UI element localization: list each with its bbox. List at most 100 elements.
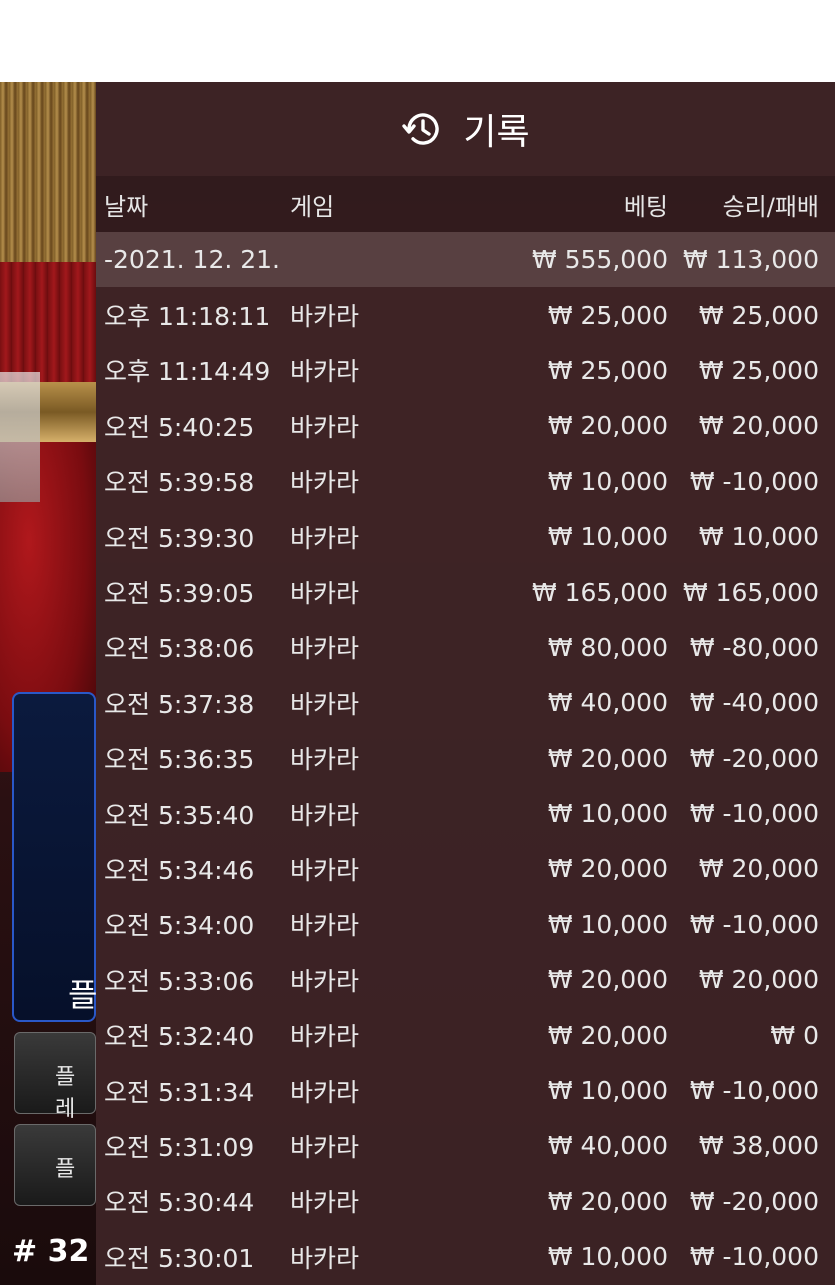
history-row[interactable]: 오전 5:39:30 바카라 ₩ 10,000 ₩ 10,000 bbox=[96, 509, 835, 564]
history-row[interactable]: 오전 5:30:01 바카라 ₩ 10,000 ₩ -10,000 bbox=[96, 1229, 835, 1284]
row-bet: ₩ 20,000 bbox=[547, 854, 668, 884]
row-game: 바카라 bbox=[290, 634, 360, 664]
row-bet: ₩ 10,000 bbox=[547, 1242, 668, 1272]
row-result: ₩ -40,000 bbox=[689, 688, 819, 718]
row-time: 오전 5:31:09 bbox=[104, 1132, 255, 1162]
row-bet: ₩ 25,000 bbox=[547, 300, 668, 330]
row-time: 오전 5:39:58 bbox=[104, 468, 255, 498]
row-bet: ₩ 10,000 bbox=[547, 909, 668, 939]
column-result: 승리/패배 bbox=[722, 192, 819, 221]
row-result: ₩ 10,000 bbox=[698, 522, 819, 552]
history-header: 기록 bbox=[96, 82, 835, 176]
row-bet: ₩ 10,000 bbox=[547, 466, 668, 496]
row-bet: ₩ 10,000 bbox=[547, 522, 668, 552]
row-bet: ₩ 20,000 bbox=[547, 1186, 668, 1216]
row-game: 바카라 bbox=[290, 412, 360, 442]
history-row[interactable]: 오전 5:32:40 바카라 ₩ 20,000 ₩ 0 bbox=[96, 1007, 835, 1062]
player-pair-button[interactable]: 플 bbox=[14, 1124, 96, 1206]
row-time: 오후 11:14:49 bbox=[104, 357, 271, 387]
history-row[interactable]: 오전 5:30:44 바카라 ₩ 20,000 ₩ -20,000 bbox=[96, 1174, 835, 1229]
row-time: 오전 5:37:38 bbox=[104, 689, 255, 719]
row-time: 오전 5:40:25 bbox=[104, 412, 255, 442]
history-icon bbox=[402, 113, 440, 145]
row-game: 바카라 bbox=[290, 966, 360, 996]
history-list: 오후 11:18:11 바카라 ₩ 25,000 ₩ 25,000 오후 11:14:4… bbox=[96, 287, 835, 1284]
row-result: ₩ -80,000 bbox=[689, 632, 819, 662]
row-result: ₩ 20,000 bbox=[698, 411, 819, 441]
table-header: 날짜 게임 베팅 승리/패배 bbox=[96, 176, 835, 232]
history-row[interactable]: 오후 11:18:11 바카라 ₩ 25,000 ₩ 25,000 bbox=[96, 287, 835, 342]
row-result: ₩ -10,000 bbox=[689, 1076, 819, 1106]
card-shoe bbox=[0, 372, 40, 502]
row-game: 바카라 bbox=[290, 745, 360, 775]
row-game: 바카라 bbox=[290, 1188, 360, 1218]
history-row[interactable]: 오전 5:39:58 바카라 ₩ 10,000 ₩ -10,000 bbox=[96, 454, 835, 509]
row-result: ₩ 25,000 bbox=[698, 355, 819, 385]
row-time: 오전 5:33:06 bbox=[104, 966, 255, 996]
row-result: ₩ 165,000 bbox=[682, 577, 819, 607]
row-result: ₩ 25,000 bbox=[698, 300, 819, 330]
column-date: 날짜 bbox=[104, 192, 149, 221]
date-group-row[interactable]: -2021. 12. 21. ₩ 555,000 ₩ 113,000 bbox=[96, 232, 835, 288]
row-game: 바카라 bbox=[290, 911, 360, 941]
row-bet: ₩ 20,000 bbox=[547, 743, 668, 773]
row-game: 바카라 bbox=[290, 855, 360, 885]
row-time: 오전 5:34:00 bbox=[104, 911, 255, 941]
row-time: 오전 5:34:46 bbox=[104, 855, 255, 885]
row-time: 오전 5:32:40 bbox=[104, 1022, 255, 1052]
row-game: 바카라 bbox=[290, 579, 360, 609]
row-game: 바카라 bbox=[290, 523, 360, 553]
row-game: 바카라 bbox=[290, 357, 360, 387]
row-bet: ₩ 20,000 bbox=[547, 1020, 668, 1050]
row-time: 오전 5:35:40 bbox=[104, 800, 255, 830]
history-row[interactable]: 오전 5:34:46 바카라 ₩ 20,000 ₩ 20,000 bbox=[96, 841, 835, 896]
row-time: 오전 5:30:44 bbox=[104, 1188, 255, 1218]
row-game: 바카라 bbox=[290, 1077, 360, 1107]
history-row[interactable]: 오전 5:34:00 바카라 ₩ 10,000 ₩ -10,000 bbox=[96, 897, 835, 952]
row-result: ₩ 20,000 bbox=[698, 854, 819, 884]
group-date: -2021. 12. 21. bbox=[104, 245, 281, 275]
row-result: ₩ 20,000 bbox=[698, 965, 819, 995]
row-game: 바카라 bbox=[290, 1132, 360, 1162]
table-number: # 32 bbox=[12, 1234, 90, 1269]
row-result: ₩ -20,000 bbox=[689, 1186, 819, 1216]
row-bet: ₩ 20,000 bbox=[547, 965, 668, 995]
group-result-total: ₩ 113,000 bbox=[682, 245, 819, 275]
row-result: ₩ -10,000 bbox=[689, 1242, 819, 1272]
row-bet: ₩ 165,000 bbox=[531, 577, 668, 607]
row-time: 오후 11:18:11 bbox=[104, 302, 271, 332]
row-game: 바카라 bbox=[290, 689, 360, 719]
row-time: 오전 5:39:05 bbox=[104, 579, 255, 609]
player-bonus-button[interactable]: 플레 bbox=[14, 1032, 96, 1122]
history-row[interactable]: 오전 5:39:05 바카라 ₩ 165,000 ₩ 165,000 bbox=[96, 564, 835, 619]
history-row[interactable]: 오전 5:37:38 바카라 ₩ 40,000 ₩ -40,000 bbox=[96, 675, 835, 730]
group-bet-total: ₩ 555,000 bbox=[531, 245, 668, 275]
row-game: 바카라 bbox=[290, 1243, 360, 1273]
column-game: 게임 bbox=[290, 192, 335, 221]
row-time: 오전 5:36:35 bbox=[104, 745, 255, 775]
history-row[interactable]: 오후 11:14:49 바카라 ₩ 25,000 ₩ 25,000 bbox=[96, 343, 835, 398]
row-time: 오전 5:39:30 bbox=[104, 523, 255, 553]
row-result: ₩ 0 bbox=[770, 1020, 819, 1050]
history-row[interactable]: 오전 5:36:35 바카라 ₩ 20,000 ₩ -20,000 bbox=[96, 731, 835, 786]
history-row[interactable]: 오전 5:40:25 바카라 ₩ 20,000 ₩ 20,000 bbox=[96, 398, 835, 453]
row-bet: ₩ 40,000 bbox=[547, 688, 668, 718]
history-panel: 기록 날짜 게임 베팅 승리/패배 -2021. 12. 21. ₩ 555,0… bbox=[96, 82, 835, 1285]
row-result: ₩ -10,000 bbox=[689, 799, 819, 829]
history-title: 기록 bbox=[463, 112, 530, 153]
row-time: 오전 5:31:34 bbox=[104, 1077, 255, 1107]
history-row[interactable]: 오전 5:35:40 바카라 ₩ 10,000 ₩ -10,000 bbox=[96, 786, 835, 841]
row-time: 오전 5:30:01 bbox=[104, 1243, 255, 1273]
history-row[interactable]: 오전 5:33:06 바카라 ₩ 20,000 ₩ 20,000 bbox=[96, 952, 835, 1007]
column-bet: 베팅 bbox=[623, 192, 668, 221]
history-row[interactable]: 오전 5:31:09 바카라 ₩ 40,000 ₩ 38,000 bbox=[96, 1118, 835, 1173]
row-result: ₩ -10,000 bbox=[689, 466, 819, 496]
history-row[interactable]: 오전 5:31:34 바카라 ₩ 10,000 ₩ -10,000 bbox=[96, 1063, 835, 1118]
row-bet: ₩ 80,000 bbox=[547, 632, 668, 662]
row-game: 바카라 bbox=[290, 800, 360, 830]
row-bet: ₩ 40,000 bbox=[547, 1131, 668, 1161]
bet-panel-label: 플 bbox=[68, 976, 98, 1014]
history-row[interactable]: 오전 5:38:06 바카라 ₩ 80,000 ₩ -80,000 bbox=[96, 620, 835, 675]
row-result: ₩ -10,000 bbox=[689, 909, 819, 939]
row-bet: ₩ 10,000 bbox=[547, 1076, 668, 1106]
